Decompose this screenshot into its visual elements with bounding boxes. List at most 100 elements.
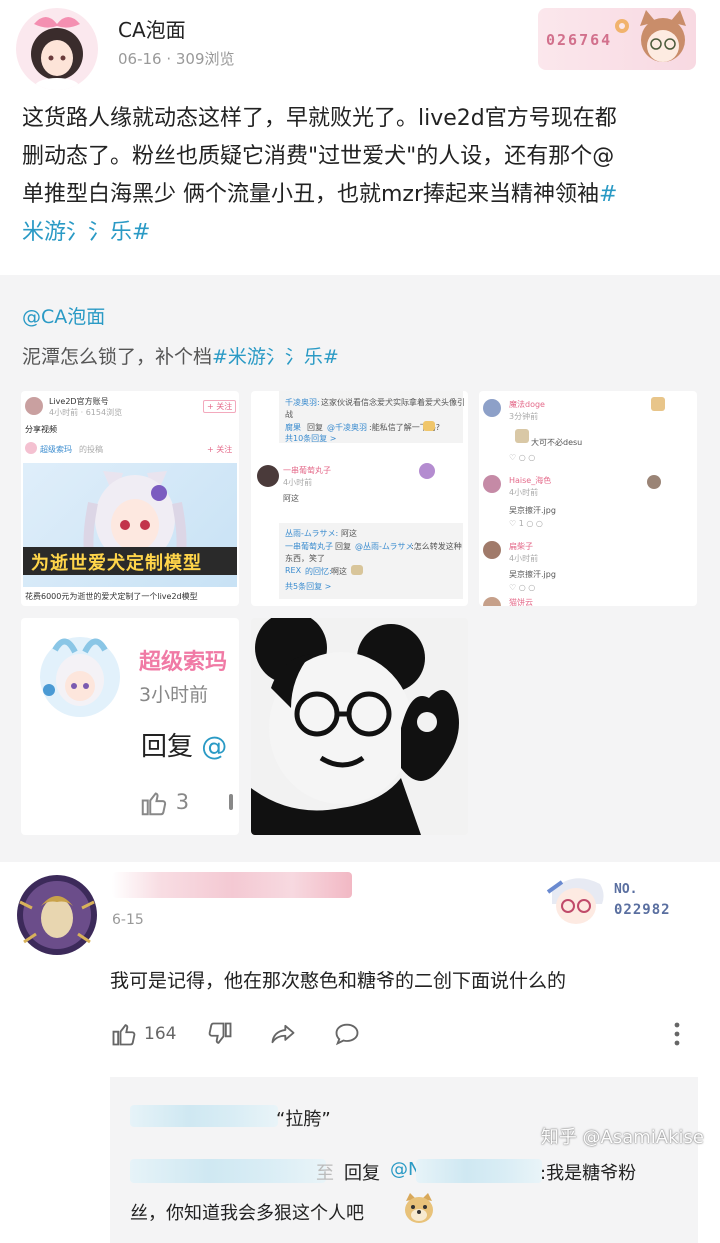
blurred-username bbox=[130, 1159, 326, 1183]
comment-text: 阿这 bbox=[341, 529, 357, 538]
reply-text: :我是糖爷粉 bbox=[540, 1163, 637, 1184]
badge-label: NO. bbox=[614, 882, 638, 897]
post-time: 3小时前 bbox=[139, 684, 209, 706]
thumbs-up-icon bbox=[141, 792, 167, 816]
avatar bbox=[483, 597, 501, 606]
comment-text: 大可不必desu bbox=[531, 438, 583, 447]
reply-quote: “拉胯” bbox=[276, 1109, 331, 1130]
mention: @丛雨-ムラサメ bbox=[355, 542, 414, 551]
follow-button: + 关注 bbox=[203, 400, 237, 413]
comment-time: 4小时前 bbox=[283, 478, 313, 487]
image-thumbnail[interactable]: Live2D官方账号 4小时前 · 6154浏览 + 关注 分享视频 超级索玛 … bbox=[21, 391, 239, 606]
commenter: 猫饼云 bbox=[509, 598, 533, 606]
comment-text: 吴京擦汗.jpg bbox=[509, 506, 556, 515]
hashtag-link[interactable]: 米游氵氵乐# bbox=[22, 214, 702, 252]
avatar bbox=[483, 399, 501, 417]
blurred-username bbox=[416, 1159, 542, 1183]
commenter: Haise_海色 bbox=[509, 476, 552, 485]
reply-word: 回复 bbox=[141, 732, 194, 762]
sub-account-name: 超级索玛 bbox=[40, 445, 72, 454]
avatar bbox=[257, 465, 279, 487]
badge-number: 022982 bbox=[614, 902, 671, 918]
user-name: 超级索玛 bbox=[139, 650, 228, 675]
share-label: 分享视频 bbox=[25, 425, 57, 434]
dislike-button[interactable] bbox=[206, 1020, 234, 1048]
repost-author-link[interactable]: @CA泡面 bbox=[22, 302, 105, 329]
mention: @千凌奥羽 bbox=[327, 423, 367, 432]
like-count: 3 bbox=[175, 790, 190, 814]
fan-badge: NO. 022982 bbox=[544, 870, 684, 930]
action-row: ♡ ○ ○ bbox=[509, 583, 536, 592]
meme-image[interactable] bbox=[251, 618, 468, 835]
author-name[interactable]: CA泡面 bbox=[118, 14, 186, 43]
more-replies: 共5条回复 > bbox=[285, 582, 332, 591]
emoji-icon bbox=[423, 421, 435, 431]
panda-meme-illustration bbox=[251, 618, 468, 835]
avatar bbox=[483, 475, 501, 493]
comment-actions: 164 bbox=[110, 1020, 690, 1052]
account-name: Live2D官方账号 bbox=[49, 397, 109, 406]
reply-word: 回复 bbox=[335, 542, 351, 551]
post-body-line: 这货路人缘就动态这样了，早就败光了。live2d官方号现在都 bbox=[22, 106, 617, 131]
comment-date: 6-15 bbox=[112, 912, 144, 928]
comment-text: 东西，笑了 bbox=[285, 554, 325, 563]
comment-bubble-icon bbox=[335, 1023, 359, 1046]
commenter-avatar[interactable] bbox=[14, 872, 100, 958]
commenter: 丛雨-ムラサメ: bbox=[285, 529, 339, 538]
like-count: 164 bbox=[144, 1024, 177, 1044]
comment-text: 啊这 bbox=[331, 567, 347, 576]
like-button[interactable]: 164 bbox=[110, 1020, 176, 1048]
reply-word: 回复 bbox=[344, 1163, 380, 1184]
author-avatar[interactable] bbox=[16, 8, 98, 90]
video-caption: 花费6000元为逝世的爱犬定制了一个live2d模型 bbox=[25, 592, 198, 601]
comment-text: 我可是记得，他在那次憨色和糖爷的二创下面说什么的 bbox=[110, 970, 567, 992]
sticker-icon bbox=[651, 397, 665, 411]
more-options-button[interactable] bbox=[672, 1020, 682, 1048]
commenter: 一串葡萄丸子 bbox=[283, 466, 331, 475]
reply-button[interactable] bbox=[332, 1020, 362, 1048]
image-thumbnail[interactable]: 超级索玛 3小时前 回复 @ 3 bbox=[21, 618, 239, 835]
blurred-username bbox=[112, 872, 352, 898]
like-count: 1 bbox=[518, 519, 524, 528]
hashtag-start[interactable]: # bbox=[599, 182, 617, 207]
mention: @ bbox=[390, 1159, 408, 1180]
more-replies: 共10条回复 > bbox=[285, 434, 337, 443]
share-button[interactable] bbox=[268, 1020, 298, 1048]
comment-time: 4小时前 bbox=[509, 554, 539, 563]
commenter: 魔法doge bbox=[509, 400, 545, 409]
repost-text-body: 泥潭怎么锁了，补个档 bbox=[22, 346, 213, 368]
account-meta: 4小时前 · 6154浏览 bbox=[49, 408, 123, 417]
action-row: ♡ 1 ○ ○ bbox=[509, 519, 543, 528]
repost-block[interactable]: @CA泡面 泥潭怎么锁了，补个档#米游氵氵乐# Live2D官方账号 4小时前 … bbox=[0, 275, 720, 862]
repost-hashtag[interactable]: #米游氵氵乐# bbox=[212, 346, 339, 368]
commenter: 一串葡萄丸子 bbox=[285, 542, 333, 551]
reply-fragment: 至 bbox=[316, 1163, 334, 1184]
donut-icon bbox=[615, 19, 629, 33]
image-thumbnail[interactable]: 魔法doge 3分钟前 大可不必desu ♡ ○ ○ Haise_海色 4小时前… bbox=[479, 391, 697, 606]
thumbs-up-icon bbox=[112, 1024, 136, 1046]
blurred-username bbox=[130, 1105, 278, 1127]
avatar bbox=[483, 541, 501, 559]
commenter: 扁柴子 bbox=[509, 542, 533, 551]
clipped-icon bbox=[229, 794, 233, 810]
doge-emoji-icon bbox=[405, 1193, 433, 1223]
reply-line: 回复 @ bbox=[141, 726, 227, 763]
like-row: 3 bbox=[139, 788, 189, 818]
comment-text: 这家伙说看信念爱犬实际拿着爱犬头像引 bbox=[321, 398, 465, 407]
post-card: CA泡面 06-16 · 309浏览 026764 这货路人缘就动态这样了，早就… bbox=[0, 0, 720, 275]
post-body-line: 单推型白海黑少 俩个流量小丑，也就mzr捧起来当精神领袖# bbox=[22, 176, 702, 214]
fan-badge: 026764 bbox=[538, 8, 696, 70]
post-body-line: 删动态了。粉丝也质疑它消费"过世爱犬"的人设，还有那个@ bbox=[22, 144, 615, 169]
image-thumbnail[interactable]: 千凌奥羽: 这家伙说看信念爱犬实际拿着爱犬头像引 战 腐果 回复 @千凌奥羽 :… bbox=[251, 391, 468, 606]
watermark: 知乎 @AsamiAkise bbox=[540, 1127, 704, 1148]
reply-text: 丝，你知道我会多狠这个人吧 bbox=[130, 1203, 364, 1224]
share-arrow-icon bbox=[271, 1024, 295, 1044]
comment-text: 阿这 bbox=[283, 494, 299, 503]
comment-text: 吴京擦汗.jpg bbox=[509, 570, 556, 579]
user-avatar-illustration bbox=[40, 637, 120, 717]
thumbs-down-icon bbox=[208, 1022, 232, 1044]
comment-text: :怎么转发这种 bbox=[411, 542, 462, 551]
comment-time: 3分钟前 bbox=[509, 412, 539, 421]
sub-suffix: 的投稿 bbox=[79, 445, 103, 454]
sub-replies-box[interactable]: “拉胯” 至 回复 @N :我是糖爷粉 丝，你知道我会多狠这个人吧 bbox=[110, 1077, 698, 1243]
